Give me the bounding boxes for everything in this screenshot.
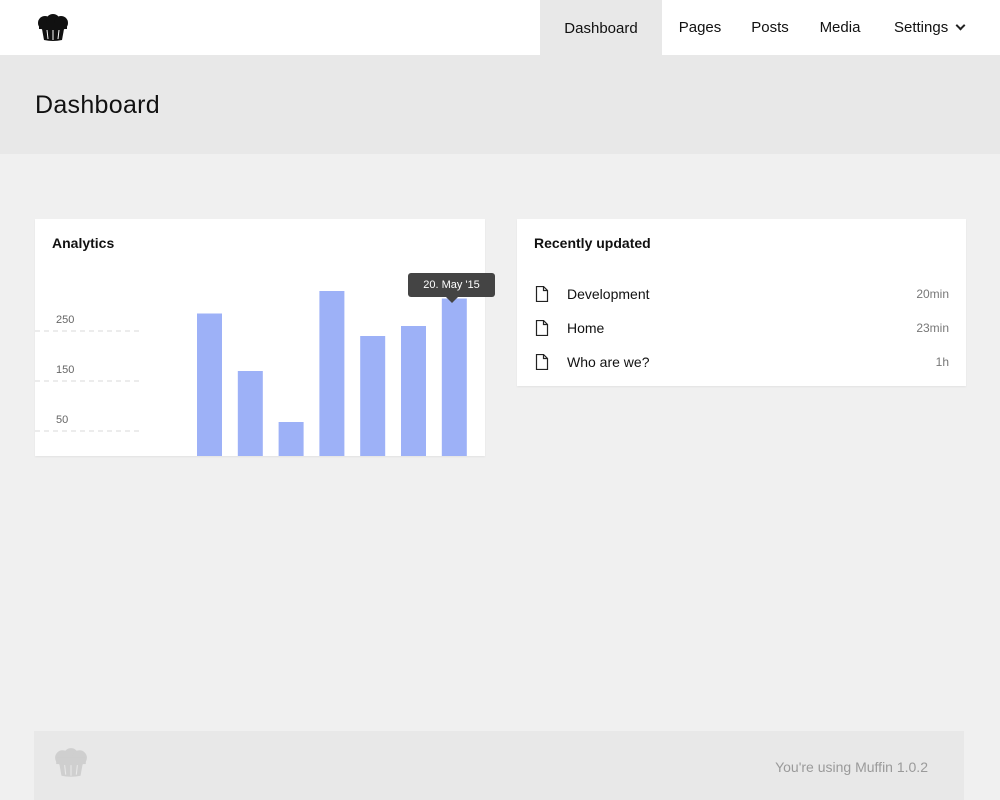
nav-posts[interactable]: Posts [738, 0, 802, 55]
chevron-down-icon [955, 20, 966, 31]
chart-bar[interactable] [401, 326, 426, 456]
nav-media-label: Media [819, 19, 861, 36]
footer: You're using Muffin 1.0.2 [34, 731, 964, 800]
page-header: Dashboard [0, 55, 1000, 154]
nav-dashboard-label: Dashboard [564, 20, 638, 37]
chart-bar[interactable] [319, 291, 345, 456]
chart-tooltip: 20. May '15 [408, 273, 495, 303]
chart-bar[interactable] [197, 313, 222, 457]
chart-bar[interactable] [278, 422, 304, 456]
document-icon [535, 354, 549, 370]
recently-updated-title: Recently updated [534, 235, 651, 251]
list-item-name: Development [567, 286, 650, 302]
nav-settings[interactable]: Settings [878, 0, 1000, 55]
chart-bar[interactable] [360, 336, 386, 456]
list-item[interactable]: Who are we? 1h [534, 345, 949, 379]
nav-settings-label: Settings [894, 19, 949, 36]
chart-y-tick-label: 50 [56, 414, 68, 426]
list-item-time: 20min [916, 287, 949, 301]
nav-pages[interactable]: Pages [662, 0, 738, 55]
analytics-bar-chart: 250 150 50 [35, 291, 467, 457]
nav-media[interactable]: Media [802, 0, 878, 55]
muffin-logo-icon [55, 748, 87, 777]
chart-tooltip-text: 20. May '15 [423, 279, 480, 291]
top-navbar: Dashboard Pages Posts Media Settings [0, 0, 1000, 55]
recently-updated-card: Recently updated Development 20min Home … [517, 219, 966, 386]
footer-version-text: You're using Muffin 1.0.2 [775, 759, 928, 775]
document-icon [535, 320, 549, 336]
chart-bar[interactable] [441, 298, 467, 457]
recent-list: Development 20min Home 23min Who are we?… [534, 277, 949, 379]
nav-posts-label: Posts [751, 19, 789, 36]
main-nav: Dashboard Pages Posts Media Settings [540, 0, 1000, 55]
chart-bar[interactable] [237, 371, 263, 456]
chart-y-tick-label: 250 [56, 314, 74, 326]
muffin-logo-icon[interactable] [36, 14, 70, 42]
chart-y-tick-label: 150 [56, 364, 74, 376]
nav-pages-label: Pages [678, 19, 722, 36]
analytics-card: Analytics 250 150 50 20. May '15 [35, 219, 495, 457]
list-item[interactable]: Development 20min [534, 277, 949, 311]
list-item[interactable]: Home 23min [534, 311, 949, 345]
list-item-time: 23min [916, 321, 949, 335]
page-title: Dashboard [35, 91, 161, 119]
list-item-name: Who are we? [567, 354, 650, 370]
list-item-name: Home [567, 320, 605, 336]
nav-dashboard[interactable]: Dashboard [540, 0, 662, 55]
list-item-time: 1h [935, 355, 949, 369]
document-icon [535, 286, 549, 302]
